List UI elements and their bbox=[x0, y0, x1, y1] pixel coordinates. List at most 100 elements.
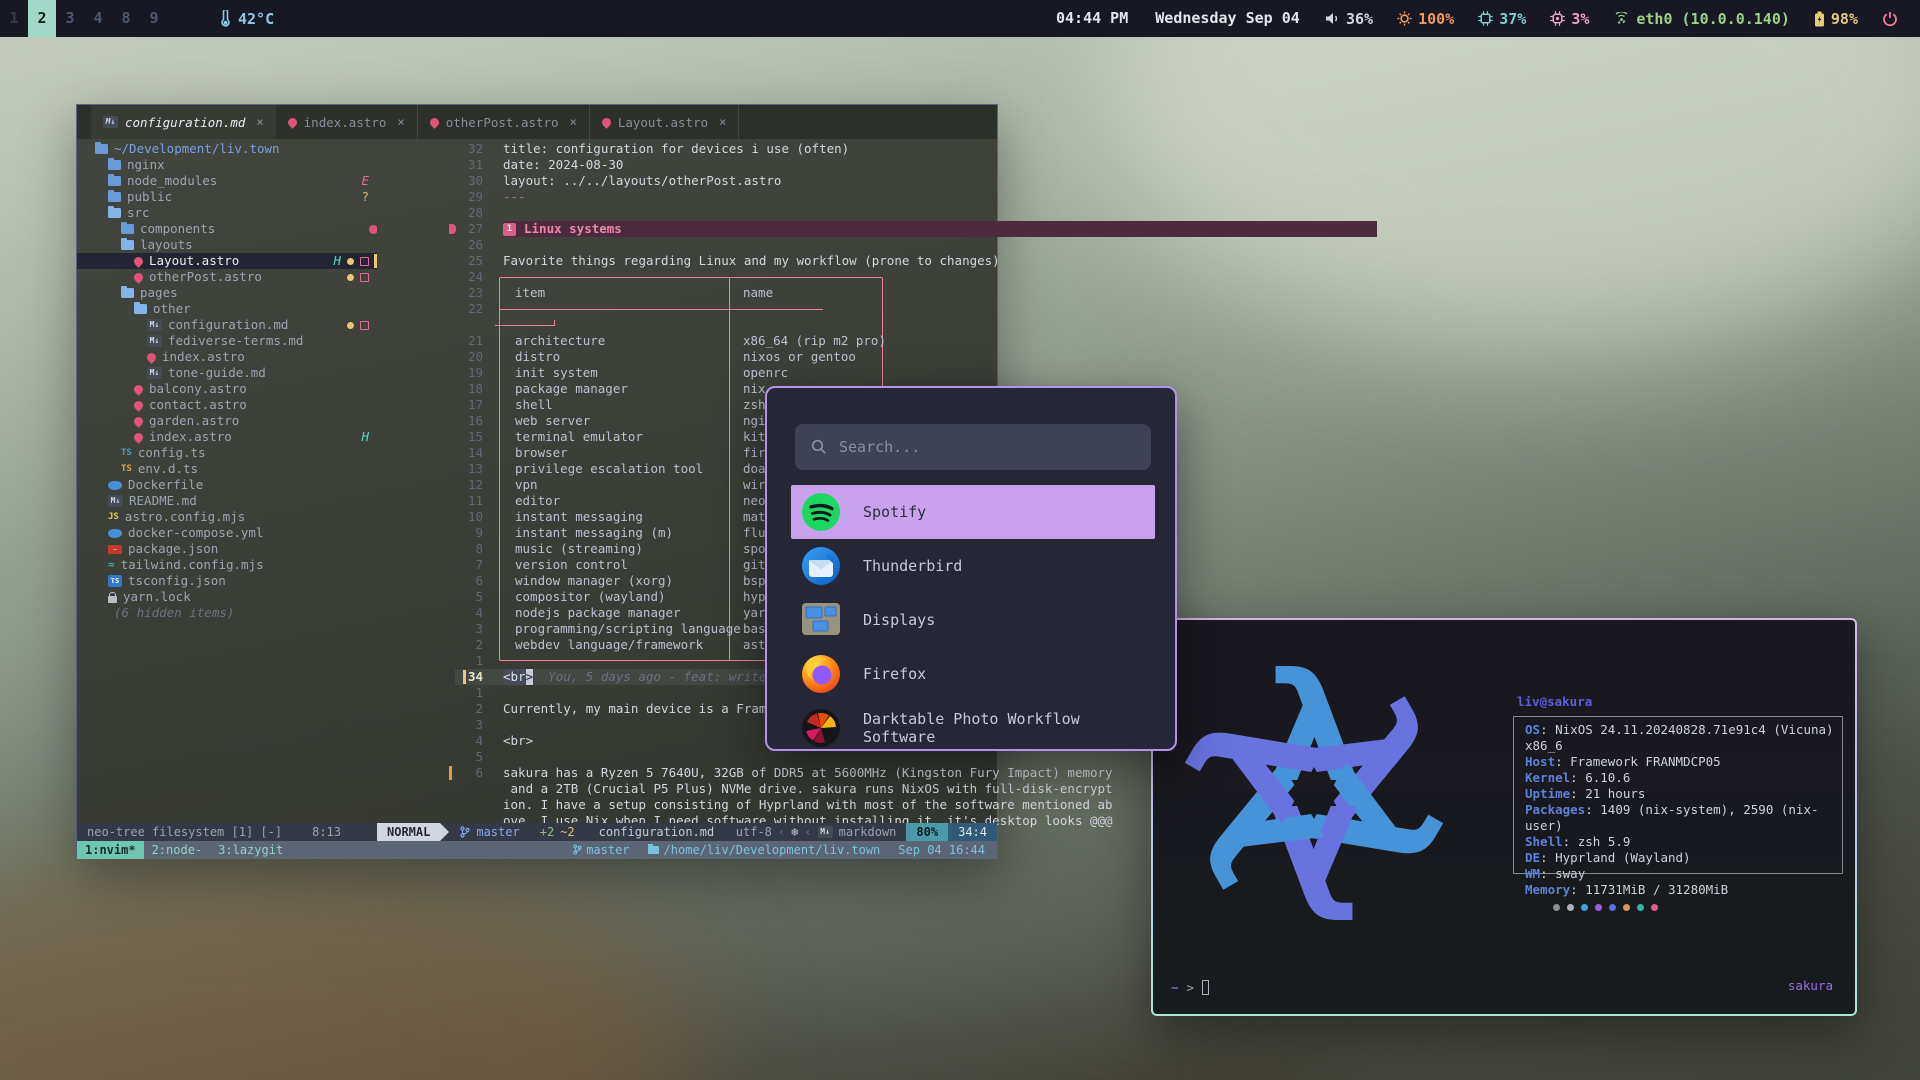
tab-configuration.md[interactable]: M↓configuration.md× bbox=[91, 105, 276, 139]
status-bar: 123489 42°C 04:44 PM Wednesday Sep 04 36… bbox=[0, 0, 1920, 37]
tab-index.astro[interactable]: index.astro× bbox=[276, 105, 418, 139]
workspace-2[interactable]: 2 bbox=[28, 0, 56, 37]
tab-otherPost.astro[interactable]: otherPost.astro× bbox=[418, 105, 590, 139]
tree-item-index.astro[interactable]: index.astroH bbox=[77, 429, 377, 445]
fetch-key: Shell bbox=[1525, 834, 1563, 849]
sign-column bbox=[495, 349, 503, 365]
tab-close-icon[interactable]: × bbox=[256, 115, 263, 129]
tree-item-tone-guide.md[interactable]: M↓tone-guide.md bbox=[77, 365, 377, 381]
tree-item-layouts[interactable]: layouts bbox=[77, 237, 377, 253]
astro-file-icon bbox=[132, 383, 145, 396]
tree-item-label: balcony.astro bbox=[149, 381, 247, 397]
tree-item-yarn.lock[interactable]: yarn.lock bbox=[77, 589, 377, 605]
scroll-percent: 80% bbox=[906, 823, 948, 841]
line-number: 10 bbox=[455, 509, 495, 525]
launcher-item-displays[interactable]: Displays bbox=[791, 593, 1155, 647]
tree-item-Dockerfile[interactable]: Dockerfile bbox=[77, 477, 377, 493]
modified-dot-badge bbox=[347, 258, 354, 265]
workspace-3[interactable]: 3 bbox=[56, 0, 84, 37]
tree-item-README.md[interactable]: M↓README.md bbox=[77, 493, 377, 509]
tree-item-other[interactable]: other bbox=[77, 301, 377, 317]
tree-item-node-modules[interactable]: node_modulesE bbox=[77, 173, 377, 189]
tab-close-icon[interactable]: × bbox=[570, 115, 577, 129]
astro-file-icon bbox=[132, 415, 145, 428]
sign-column bbox=[495, 397, 503, 413]
cpu-widget[interactable]: 37% bbox=[1478, 10, 1526, 28]
markdown-file-icon: M↓ bbox=[147, 335, 162, 347]
tree-item-contact.astro[interactable]: contact.astro bbox=[77, 397, 377, 413]
tree-item-nginx[interactable]: nginx bbox=[77, 157, 377, 173]
sign-column bbox=[495, 285, 503, 301]
sign-column bbox=[495, 301, 503, 317]
sign-column bbox=[495, 381, 503, 397]
memory-widget[interactable]: 3% bbox=[1550, 10, 1589, 28]
sign-column bbox=[495, 461, 503, 477]
tree-item-docker-compose.yml[interactable]: docker-compose.yml bbox=[77, 525, 377, 541]
tree-item--6-hidden-items-[interactable]: (6 hidden items) bbox=[77, 605, 377, 621]
sign-column bbox=[495, 525, 503, 541]
tree-item-label: config.ts bbox=[138, 445, 206, 461]
unstaged-badge bbox=[360, 257, 369, 266]
tree-item-Layout.astro[interactable]: Layout.astroH bbox=[77, 253, 377, 269]
workspace-9[interactable]: 9 bbox=[140, 0, 168, 37]
tree-item-badges bbox=[347, 317, 369, 333]
launcher-item-firefox[interactable]: Firefox bbox=[791, 647, 1155, 701]
workspace-switcher: 123489 bbox=[0, 0, 168, 37]
tmux-window-3lazygit[interactable]: 3:lazygit bbox=[210, 841, 291, 859]
volume-widget[interactable]: 36% bbox=[1325, 10, 1373, 28]
launcher-item-thunderbird[interactable]: Thunderbird bbox=[791, 539, 1155, 593]
launcher-item-spotify[interactable]: Spotify bbox=[791, 485, 1155, 539]
workspace-1[interactable]: 1 bbox=[0, 0, 28, 37]
sign-column bbox=[495, 621, 503, 637]
power-button-icon[interactable] bbox=[1882, 11, 1898, 27]
tree-item-fediverse-terms.md[interactable]: M↓fediverse-terms.md bbox=[77, 333, 377, 349]
network-widget[interactable]: eth0 (10.0.0.140) bbox=[1613, 10, 1790, 28]
workspace-8[interactable]: 8 bbox=[112, 0, 140, 37]
tree-item-otherPost.astro[interactable]: otherPost.astro bbox=[77, 269, 377, 285]
tree-item-package.json[interactable]: —package.json bbox=[77, 541, 377, 557]
table-cell-item: editor bbox=[503, 493, 733, 509]
tab-Layout.astro[interactable]: Layout.astro× bbox=[590, 105, 740, 139]
line-number: 3 bbox=[455, 621, 495, 637]
tree-item-components[interactable]: components bbox=[77, 221, 377, 237]
fetch-info-list: OS: NixOS 24.11.20240828.71e91c4 (Vicuna… bbox=[1525, 722, 1855, 898]
tab-close-icon[interactable]: × bbox=[397, 115, 404, 129]
line-number: 1 bbox=[455, 685, 495, 701]
fetch-field-de: DE: Hyprland (Wayland) bbox=[1525, 850, 1855, 866]
tmux-window-2node[interactable]: 2:node- bbox=[144, 841, 211, 859]
tmux-window-1nvim[interactable]: 1:nvim* bbox=[77, 841, 144, 859]
cursor-line-text: <br bbox=[503, 669, 526, 685]
tree-item-tailwind.config.mjs[interactable]: ≈tailwind.config.mjs bbox=[77, 557, 377, 573]
tree-item-public[interactable]: public? bbox=[77, 189, 377, 205]
tree-item-tsconfig.json[interactable]: TStsconfig.json bbox=[77, 573, 377, 589]
tree-item-astro.config.mjs[interactable]: JSastro.config.mjs bbox=[77, 509, 377, 525]
tmux-windows: 1:nvim*2:node-3:lazygit bbox=[77, 841, 291, 859]
brightness-widget[interactable]: 100% bbox=[1397, 10, 1454, 28]
fetch-field-packages: Packages: 1409 (nix-system), 2590 (nix-u… bbox=[1525, 802, 1855, 834]
tree-item---Development-liv.town[interactable]: ~/Development/liv.town bbox=[77, 141, 377, 157]
tree-item-index.astro[interactable]: index.astro bbox=[77, 349, 377, 365]
tree-item-garden.astro[interactable]: garden.astro bbox=[77, 413, 377, 429]
cursor-block: > bbox=[526, 669, 534, 685]
typescript-defs-icon: TS bbox=[121, 461, 132, 477]
fetch-terminal-content[interactable]: λλλλλλ liv@sakura OS: NixOS 24.11.202408… bbox=[1153, 620, 1855, 1014]
table-cell-item: vpn bbox=[503, 477, 733, 493]
tree-item-src[interactable]: src bbox=[77, 205, 377, 221]
sign-column bbox=[495, 541, 503, 557]
tree-item-configuration.md[interactable]: M↓configuration.md bbox=[77, 317, 377, 333]
tree-item-config.ts[interactable]: TSconfig.ts bbox=[77, 445, 377, 461]
color-dot bbox=[1637, 904, 1644, 911]
tmux-branch: master bbox=[573, 843, 629, 857]
workspace-4[interactable]: 4 bbox=[84, 0, 112, 37]
tree-item-pages[interactable]: pages bbox=[77, 285, 377, 301]
shell-prompt[interactable]: ~ > bbox=[1171, 980, 1209, 995]
tab-close-icon[interactable]: × bbox=[719, 115, 726, 129]
launcher-item-darktable[interactable]: Darktable Photo Workflow Software bbox=[791, 701, 1155, 751]
launcher-search-input[interactable]: Search... bbox=[795, 424, 1151, 470]
tree-item-env.d.ts[interactable]: TSenv.d.ts bbox=[77, 461, 377, 477]
battery-widget[interactable]: 98% bbox=[1814, 10, 1858, 28]
tree-item-balcony.astro[interactable]: balcony.astro bbox=[77, 381, 377, 397]
heading-background bbox=[503, 221, 1377, 237]
sign-column bbox=[495, 253, 503, 269]
unstaged-badge bbox=[360, 321, 369, 330]
